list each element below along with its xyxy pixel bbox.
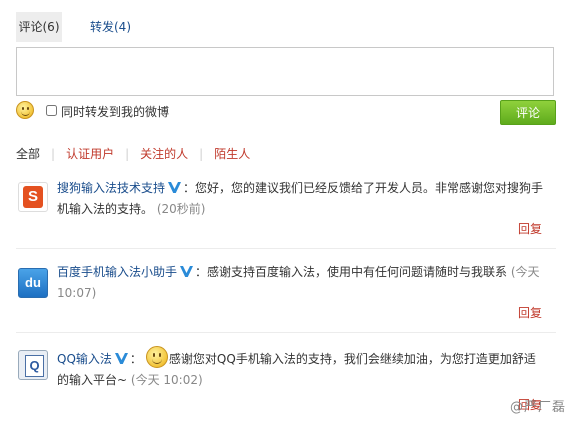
comment-time: (今天 10:02)	[130, 373, 203, 387]
comment-author[interactable]: QQ输入法	[57, 352, 112, 366]
filter-separator: |	[51, 147, 56, 161]
verified-icon	[114, 353, 128, 364]
comment-item: S 搜狗输入法技术支持 ：您好，您的建议我们已经反馈给了开发人员。非常感谢您对搜狗…	[16, 178, 556, 248]
verified-icon	[168, 182, 182, 193]
comment-body: QQ输入法：感谢您对QQ手机输入法的支持，我们会继续加油，为您打造更加舒适的输入…	[57, 346, 545, 391]
smile-emoticon-icon	[145, 346, 168, 368]
comment-body: 百度手机输入法小助手 ：感谢支持百度输入法，使用中有任何问题请随时与我联系 (今天…	[57, 262, 545, 304]
watermark: @严厂磊	[510, 400, 567, 415]
comment-time: (20秒前)	[156, 202, 206, 216]
filter-following[interactable]: 关注的人	[140, 145, 188, 162]
comment-item: Q QQ输入法：感谢您对QQ手机输入法的支持，我们会继续加油，为您打造更加舒适的…	[16, 346, 556, 412]
repost-label[interactable]: 同时转发到我的微博	[61, 103, 169, 120]
filter-verified[interactable]: 认证用户	[66, 145, 114, 162]
comment-author[interactable]: 百度手机输入法小助手	[57, 265, 177, 279]
submit-comment-button[interactable]: 评论	[500, 100, 556, 125]
tab-reposts[interactable]: 转发(4)	[79, 12, 142, 42]
comment-filters: 全部 | 认证用户 | 关注的人 | 陌生人	[16, 145, 250, 161]
comment-text: ：感谢支持百度输入法，使用中有任何问题请随时与我联系	[195, 265, 508, 279]
verified-icon	[180, 266, 194, 277]
comment-body: 搜狗输入法技术支持 ：您好，您的建议我们已经反馈给了开发人员。非常感谢您对搜狗手机…	[57, 178, 545, 220]
comment-text: 感谢您对QQ手机输入法的支持，我们会继续加油，为您打造更加舒适的输入平台~	[57, 352, 536, 387]
reply-link[interactable]: 回复	[518, 304, 542, 321]
avatar[interactable]: Q	[18, 350, 48, 380]
emoticon-icon[interactable]	[16, 101, 34, 119]
filter-separator: |	[125, 147, 130, 161]
divider	[16, 248, 556, 249]
comment-input[interactable]	[16, 47, 554, 96]
repost-checkbox[interactable]	[46, 105, 57, 116]
tab-comments[interactable]: 评论(6)	[16, 12, 62, 42]
avatar[interactable]: du	[18, 268, 48, 298]
avatar[interactable]: S	[18, 182, 48, 212]
filter-separator: |	[199, 147, 204, 161]
comment-item: du 百度手机输入法小助手 ：感谢支持百度输入法，使用中有任何问题请随时与我联系 …	[16, 262, 556, 332]
filter-strangers[interactable]: 陌生人	[214, 145, 250, 162]
filter-all[interactable]: 全部	[16, 145, 40, 162]
reply-link[interactable]: 回复	[518, 220, 542, 237]
comment-author[interactable]: 搜狗输入法技术支持	[57, 181, 165, 195]
divider	[16, 332, 556, 333]
